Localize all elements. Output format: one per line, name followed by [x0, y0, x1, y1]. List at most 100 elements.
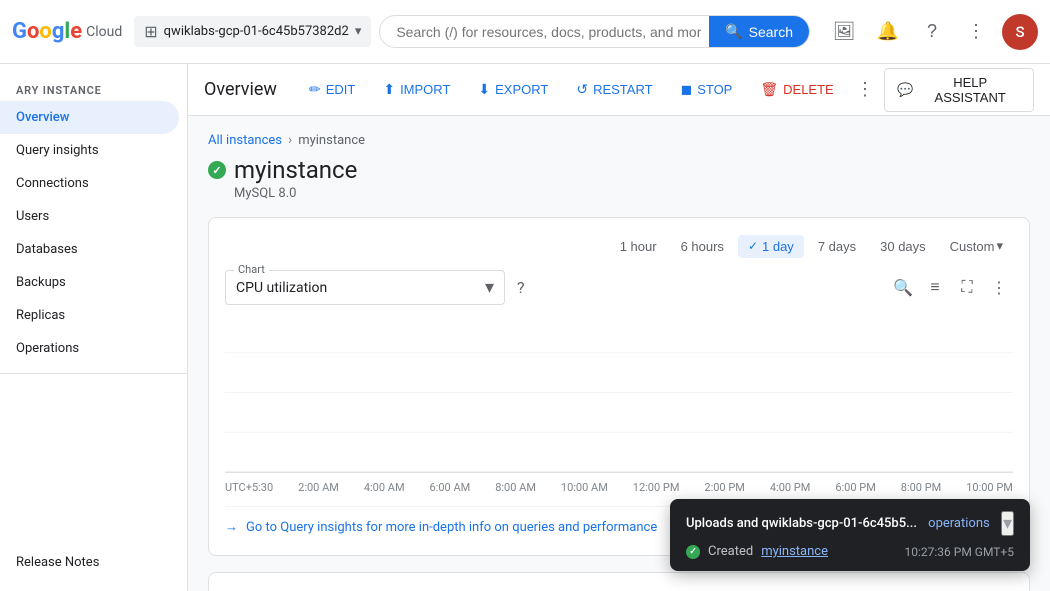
notification-banner: Uploads and qwiklabs-gcp-01-6c45b5... op… [670, 499, 1030, 571]
sub-header: Overview ✏ EDIT ⬆ IMPORT ⬇ EXPORT ↺ REST… [188, 64, 1050, 116]
sidebar-item-label: Replicas [16, 308, 65, 323]
instance-name: myinstance [234, 156, 357, 184]
search-input[interactable] [396, 24, 701, 40]
sidebar-item-label: Databases [16, 242, 78, 257]
chart-label: Chart [234, 263, 269, 276]
help-assistant-icon: 💬 [897, 82, 913, 98]
more-options-button[interactable]: ⋮ [958, 14, 994, 50]
help-assistant-button[interactable]: 💬 HELP ASSISTANT [884, 68, 1034, 112]
page-title: Overview [204, 79, 277, 100]
avatar[interactable]: S [1002, 14, 1038, 50]
google-logo: Google Cloud [12, 19, 122, 44]
edit-button[interactable]: ✏ EDIT [297, 75, 367, 104]
notification-time: 10:27:36 PM GMT+5 [905, 545, 1014, 559]
chart-select-value: CPU utilization [236, 280, 477, 296]
time-1hour-button[interactable]: 1 hour [610, 235, 667, 258]
sidebar-item-backups[interactable]: Backups [0, 266, 179, 299]
x-label-9: 6:00 PM [835, 481, 875, 494]
chart-x-labels: UTC+5:30 2:00 AM 4:00 AM 6:00 AM 8:00 AM… [225, 477, 1013, 498]
notification-title: Uploads and qwiklabs-gcp-01-6c45b5... [686, 516, 917, 531]
breadcrumb-current: myinstance [298, 133, 365, 148]
topbar-icons: 🖼 🔔 ? ⋮ S [826, 14, 1038, 50]
time-30days-button[interactable]: 30 days [870, 235, 936, 258]
delete-icon: 🗑 [760, 81, 778, 98]
chart-svg [225, 313, 1013, 472]
x-label-5: 10:00 AM [561, 481, 608, 494]
project-selector[interactable]: ⊞ qwiklabs-gcp-01-6c45b57382d2 ▾ [134, 16, 371, 47]
sidebar-item-databases[interactable]: Databases [0, 233, 179, 266]
notification-ops-label: operations [928, 516, 990, 531]
instance-header: myinstance [208, 156, 1030, 184]
x-label-0: UTC+5:30 [225, 481, 273, 494]
help-button[interactable]: ? [914, 14, 950, 50]
import-button[interactable]: ⬆ IMPORT [371, 75, 462, 104]
search-bar: 🔍 Search [379, 15, 810, 48]
breadcrumb-chevron-icon: › [288, 132, 292, 148]
time-7days-button[interactable]: 7 days [808, 235, 866, 258]
sidebar-item-label: Query insights [16, 143, 99, 158]
chart-compare-button[interactable]: ≡ [921, 274, 949, 302]
export-icon: ⬇ [478, 81, 490, 98]
chevron-down-icon: ▾ [996, 238, 1003, 254]
bottom-cards: ⇄ Connect to this instance [208, 572, 1030, 591]
sidebar-item-label: Backups [16, 275, 66, 290]
chart-more-button[interactable]: ⋮ [985, 274, 1013, 302]
search-button[interactable]: 🔍 Search [709, 16, 809, 47]
sidebar-item-release-notes[interactable]: Release Notes [0, 546, 179, 579]
arrow-right-icon: → [225, 519, 238, 535]
chart-controls-row: Chart CPU utilization ▾ ? 🔍 ≡ ⛶ ⋮ [225, 270, 1013, 305]
more-actions-button[interactable]: ⋮ [850, 74, 880, 106]
sidebar-item-connections[interactable]: Connections [0, 167, 179, 200]
chart-type-selector[interactable]: Chart CPU utilization ▾ [225, 270, 505, 305]
delete-button[interactable]: 🗑 DELETE [748, 75, 845, 104]
time-range-selector: 1 hour 6 hours 1 day 7 days 30 days Cust… [225, 234, 1013, 258]
x-label-8: 4:00 PM [770, 481, 810, 494]
chart-chevron-icon[interactable]: ▾ [485, 277, 494, 298]
instance-db-version: MySQL 8.0 [234, 186, 1030, 201]
sidebar-item-query-insights[interactable]: Query insights [0, 134, 179, 167]
chart-fullscreen-button[interactable]: ⛶ [953, 274, 981, 302]
sidebar-divider [0, 373, 187, 374]
chart-help-icon[interactable]: ? [517, 278, 525, 297]
connect-card[interactable]: ⇄ Connect to this instance [208, 572, 1030, 591]
notifications-button[interactable]: 🔔 [870, 14, 906, 50]
image-icon-button[interactable]: 🖼 [826, 14, 862, 50]
restart-button[interactable]: ↺ RESTART [564, 75, 664, 104]
sidebar-item-replicas[interactable]: Replicas [0, 299, 179, 332]
notification-status-icon [686, 545, 700, 559]
sidebar-item-label: Release Notes [16, 555, 99, 570]
export-button[interactable]: ⬇ EXPORT [466, 75, 560, 104]
status-indicator [208, 161, 226, 179]
time-custom-button[interactable]: Custom ▾ [940, 234, 1013, 258]
notification-instance-link[interactable]: myinstance [761, 544, 828, 559]
chevron-down-icon: ▾ [355, 24, 362, 39]
chart-display-area [225, 313, 1013, 473]
project-name: qwiklabs-gcp-01-6c45b57382d2 [164, 24, 349, 39]
time-6hours-button[interactable]: 6 hours [671, 235, 734, 258]
x-label-11: 10:00 PM [966, 481, 1013, 494]
x-label-3: 6:00 AM [430, 481, 471, 494]
sidebar-section-label: ARY INSTANCE [0, 76, 187, 101]
import-icon: ⬆ [383, 81, 395, 98]
cloud-label: Cloud [86, 24, 122, 40]
breadcrumb-all-instances[interactable]: All instances [208, 133, 282, 148]
sidebar-item-users[interactable]: Users [0, 200, 179, 233]
stop-button[interactable]: ◼ STOP [669, 75, 745, 104]
notification-created-text: Created [708, 544, 753, 559]
notification-collapse-button[interactable]: ▾ [1001, 511, 1014, 536]
time-1day-button[interactable]: 1 day [738, 235, 804, 258]
sidebar-item-label: Overview [16, 110, 69, 125]
edit-icon: ✏ [309, 81, 321, 98]
google-logo-text: Google [12, 19, 82, 44]
sidebar-item-overview[interactable]: Overview [0, 101, 179, 134]
notification-header: Uploads and qwiklabs-gcp-01-6c45b5... op… [686, 511, 1014, 536]
sidebar-item-label: Users [16, 209, 49, 224]
sidebar: ARY INSTANCE Overview Query insights Con… [0, 64, 188, 591]
sidebar-item-operations[interactable]: Operations [0, 332, 179, 365]
sidebar-item-label: Operations [16, 341, 79, 356]
topbar: Google Cloud ⊞ qwiklabs-gcp-01-6c45b5738… [0, 0, 1050, 64]
restart-icon: ↺ [576, 81, 588, 98]
grid-icon: ⊞ [144, 22, 157, 41]
chart-zoom-button[interactable]: 🔍 [889, 274, 917, 302]
x-label-6: 12:00 PM [633, 481, 680, 494]
